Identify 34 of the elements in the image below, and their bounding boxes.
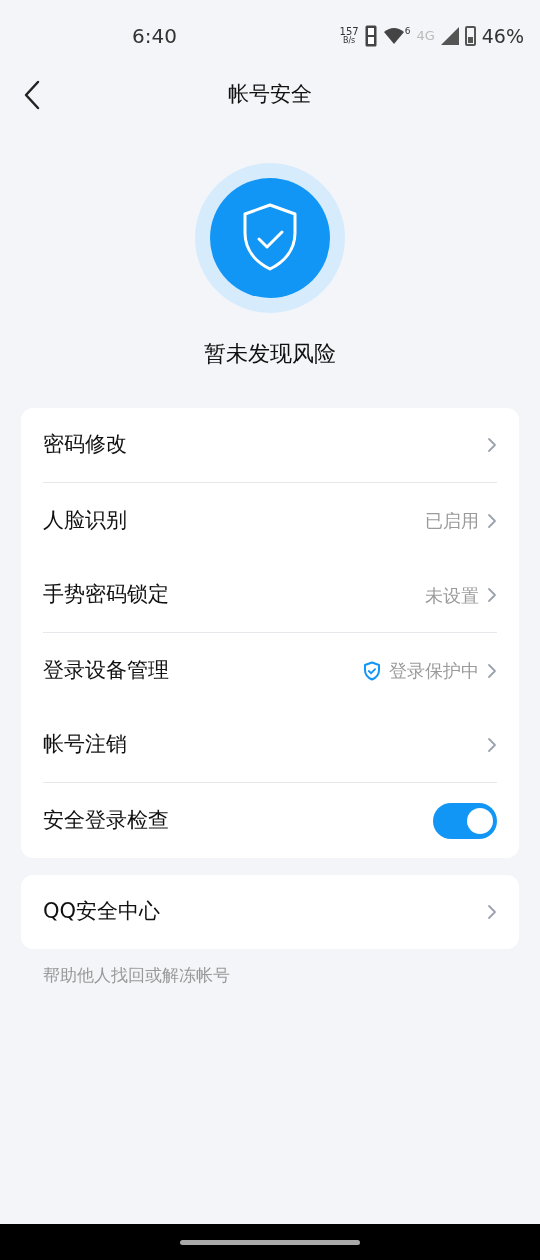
battery-percent: 46% — [481, 23, 524, 49]
chevron-right-icon — [487, 662, 497, 679]
chevron-right-icon — [487, 737, 497, 753]
battery-icon — [464, 26, 476, 46]
wifi-icon — [382, 27, 405, 45]
toggle-switch[interactable] — [433, 802, 497, 839]
risk-status: 暂未发现风险 — [204, 340, 336, 368]
setting-label: 登录设备管理 — [43, 656, 170, 684]
shield-check-icon — [195, 163, 345, 313]
setting-label: 手势密码锁定 — [43, 581, 170, 609]
chevron-right-icon — [487, 904, 497, 920]
setting-label: 人脸识别 — [43, 506, 128, 534]
chevron-right-icon — [487, 587, 497, 603]
network-type: 4G — [416, 27, 435, 46]
hd-icon — [364, 25, 377, 47]
chevron-right-icon — [487, 437, 497, 453]
security-center-item[interactable]: QQ安全中心 — [21, 875, 519, 949]
setting-link[interactable]: 登录保护中 — [363, 657, 497, 684]
chevron-right-icon — [487, 512, 497, 529]
setting-link[interactable] — [487, 737, 497, 753]
hint-text: 帮助他人找回或解冻帐号 — [43, 964, 231, 987]
wifi-label: 6 — [404, 27, 411, 36]
status-time: 6:40 — [132, 23, 178, 50]
home-indicator[interactable] — [180, 1239, 360, 1245]
page-title: 帐号安全 — [228, 81, 312, 109]
setting-label: 帐号注销 — [43, 731, 128, 759]
setting-link[interactable]: 已启用 — [425, 507, 497, 534]
signal-icon — [440, 27, 459, 45]
setting-label: 安全登录检查 — [43, 806, 170, 834]
setting-link[interactable]: 未设置 — [425, 581, 497, 609]
setting-label: 密码修改 — [43, 431, 128, 459]
setting-link[interactable] — [487, 437, 497, 453]
network-speed: 157 — [339, 27, 359, 37]
speed-unit: B/s — [342, 37, 356, 45]
